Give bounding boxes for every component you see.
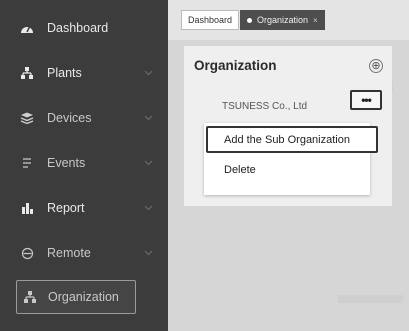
sidebar-item-label: Remote: [47, 246, 91, 260]
sidebar-item-label: Devices: [47, 111, 92, 125]
sidebar-item-organization[interactable]: Organization: [16, 280, 136, 314]
sidebar-item-label: Plants: [47, 66, 82, 80]
add-organization-icon[interactable]: ⊕: [369, 59, 383, 73]
sidebar-item-label: Report: [47, 201, 85, 215]
chevron-down-icon: [142, 112, 154, 124]
sidebar-item-events[interactable]: Events: [0, 141, 168, 185]
panel-title: Organization: [194, 58, 277, 73]
more-options-button[interactable]: •••: [350, 90, 382, 110]
dashboard-gauge-icon: [18, 19, 36, 37]
sidebar-item-devices[interactable]: Devices: [0, 96, 168, 140]
sidebar-item-plants[interactable]: Plants: [0, 51, 168, 95]
report-bar-chart-icon: [18, 199, 36, 217]
tab-bar: Dashboard Organization ×: [168, 0, 409, 40]
tab-label: Dashboard: [188, 15, 233, 25]
close-icon[interactable]: ×: [313, 16, 318, 25]
tab-organization[interactable]: Organization ×: [240, 10, 325, 30]
main-content: Organization ⊕ TSUNESS Co., Ltd ••• Add …: [168, 40, 409, 331]
chevron-down-icon: [142, 202, 154, 214]
organization-name: TSUNESS Co., Ltd: [222, 101, 308, 112]
sidebar-item-label: Events: [47, 156, 86, 170]
organization-tree-icon: [21, 288, 39, 306]
sidebar-item-dashboard[interactable]: Dashboard: [0, 6, 168, 50]
devices-stack-icon: [18, 109, 36, 127]
plant-tree-icon: [18, 64, 36, 82]
chevron-down-icon: [142, 157, 154, 169]
remote-target-icon: [18, 244, 36, 262]
tab-dashboard[interactable]: Dashboard: [181, 10, 240, 30]
context-menu: Add the Sub Organization Delete: [204, 123, 378, 195]
chevron-down-icon: [142, 247, 154, 259]
chevron-down-icon: [142, 67, 154, 79]
sidebar: Dashboard Plants Devices Events Report R…: [0, 0, 168, 331]
sidebar-item-remote[interactable]: Remote: [0, 231, 168, 275]
background-text-blur: [338, 295, 403, 303]
delete-menu-item[interactable]: Delete: [224, 164, 256, 176]
sidebar-item-label: Dashboard: [47, 21, 109, 35]
sidebar-item-label: Organization: [48, 290, 119, 304]
add-sub-organization-menu-item[interactable]: Add the Sub Organization: [206, 126, 378, 153]
active-dot-icon: [247, 17, 252, 23]
tab-label: Organization: [257, 15, 309, 25]
sidebar-item-report[interactable]: Report: [0, 186, 168, 230]
events-list-icon: [18, 154, 36, 172]
